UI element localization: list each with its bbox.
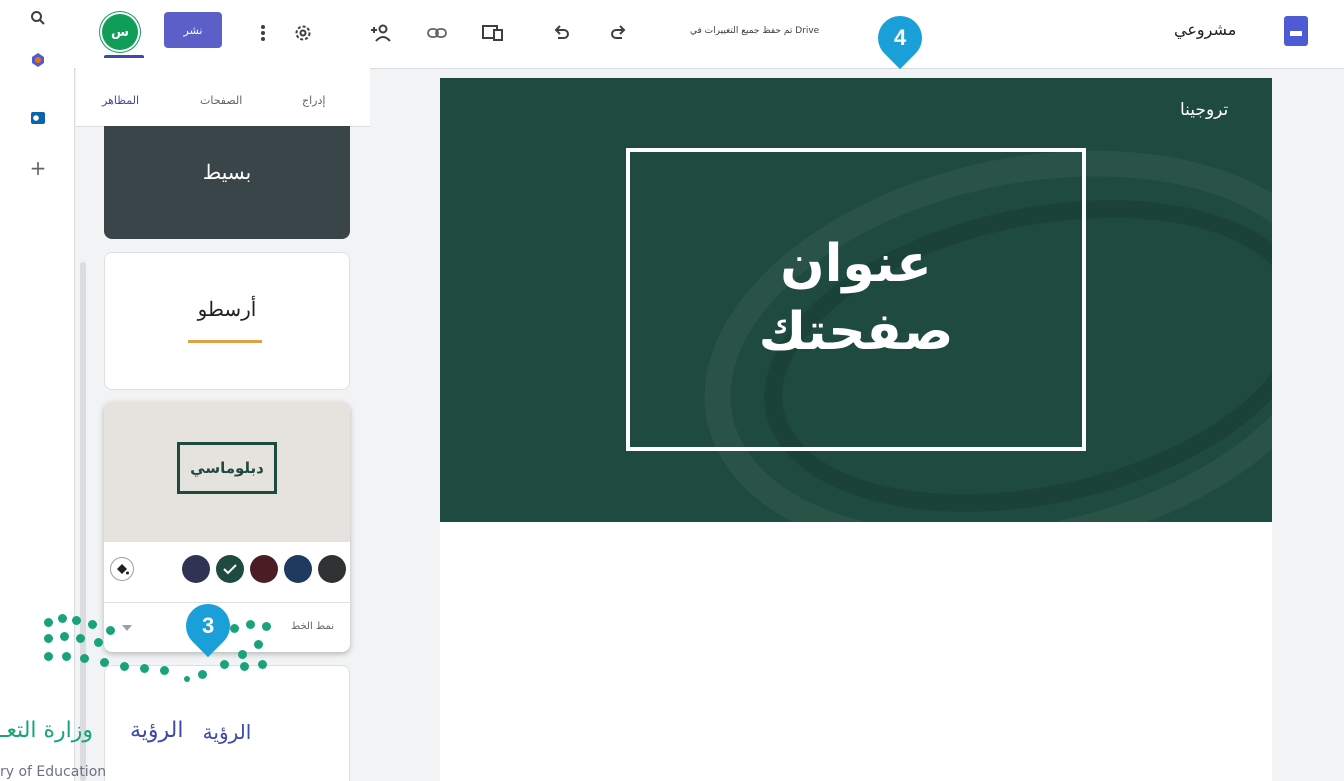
- theme-label: بسيط: [202, 160, 252, 184]
- swatch-indigo[interactable]: [182, 555, 210, 583]
- theme-card-simple[interactable]: بسيط: [104, 126, 350, 239]
- font-style-label: نمط الخط: [290, 621, 334, 632]
- theme-label: دبلوماسي: [177, 442, 277, 494]
- tab-themes[interactable]: المظاهر: [102, 94, 139, 107]
- swatch-charcoal[interactable]: [318, 555, 346, 583]
- site-name[interactable]: تروجينا: [1180, 100, 1228, 120]
- avatar[interactable]: س: [102, 14, 138, 50]
- theme-preview: دبلوماسي: [104, 402, 350, 542]
- theme-card-aristotle[interactable]: أرسطو: [104, 252, 350, 390]
- preview-icon[interactable]: [478, 18, 508, 48]
- toolbar: س نشر تم حفظ جميع التغييرات في Drive مشر…: [74, 0, 1344, 69]
- panel-tabs: المظاهر الصفحات إدراج: [76, 68, 370, 127]
- plus-icon[interactable]: +: [28, 156, 48, 180]
- watermark-ministry-en: ry of Education: [0, 764, 107, 780]
- more-vert-icon[interactable]: [248, 18, 278, 48]
- active-tab-indicator: [104, 55, 144, 58]
- ministry-logo-dots: [0, 600, 290, 700]
- share-person-icon[interactable]: [366, 18, 396, 48]
- color-swatches: [104, 542, 350, 602]
- document-title[interactable]: مشروعي: [1174, 20, 1236, 39]
- paint-bucket-icon[interactable]: [110, 557, 134, 581]
- redo-icon[interactable]: [604, 18, 634, 48]
- theme-label: أرسطو: [197, 297, 257, 321]
- swatch-navy[interactable]: [284, 555, 312, 583]
- outlook-icon[interactable]: [28, 108, 48, 128]
- page-title-line1: عنوان: [780, 234, 932, 294]
- search-icon[interactable]: [28, 8, 48, 28]
- swatch-green-selected[interactable]: [216, 555, 244, 583]
- link-icon[interactable]: [422, 18, 452, 48]
- tab-pages[interactable]: الصفحات: [200, 94, 242, 107]
- page-title-line2: صفحتك: [758, 302, 954, 362]
- sites-logo-icon[interactable]: [1284, 16, 1308, 46]
- save-status-text: تم حفظ جميع التغييرات في Drive: [690, 26, 820, 36]
- tab-insert[interactable]: إدراج: [302, 94, 325, 107]
- watermark-vision-text: الرؤية: [130, 718, 184, 743]
- undo-icon[interactable]: [546, 18, 576, 48]
- watermark-ministry-text: وزارة التعـ: [0, 718, 94, 743]
- settings-icon[interactable]: [288, 18, 318, 48]
- publish-button[interactable]: نشر: [164, 12, 222, 48]
- theme-accent-line: [188, 340, 262, 343]
- swatch-maroon[interactable]: [250, 555, 278, 583]
- panel-scrollbar[interactable]: [80, 262, 86, 781]
- gemini-icon[interactable]: [28, 50, 48, 70]
- page-title[interactable]: عنوان صفحتك: [626, 230, 1086, 366]
